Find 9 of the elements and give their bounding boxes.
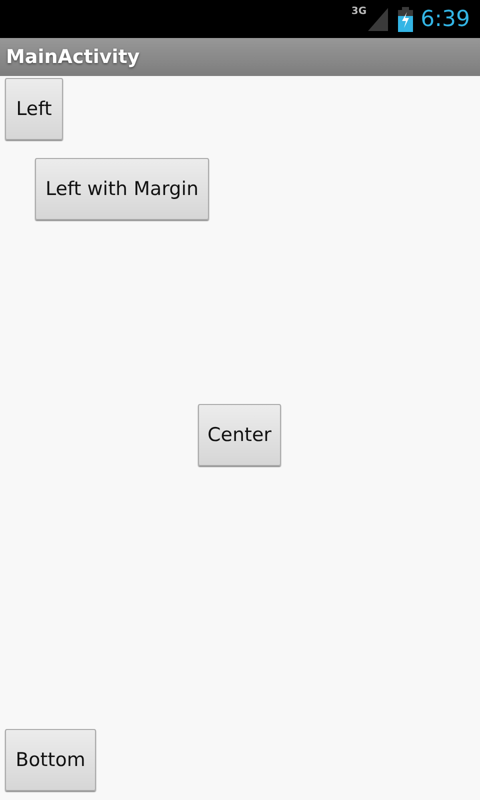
signal-icon bbox=[368, 8, 388, 30]
button[interactable]: Left bbox=[5, 78, 63, 140]
battery-charging-icon bbox=[398, 6, 413, 32]
window-title: MainActivity bbox=[6, 46, 140, 68]
button[interactable]: Center bbox=[198, 404, 281, 466]
button[interactable]: Left with Margin bbox=[35, 158, 209, 220]
clock: 6:39 bbox=[420, 6, 470, 32]
button[interactable]: Bottom bbox=[5, 729, 96, 791]
network-type: 3G bbox=[351, 6, 367, 17]
